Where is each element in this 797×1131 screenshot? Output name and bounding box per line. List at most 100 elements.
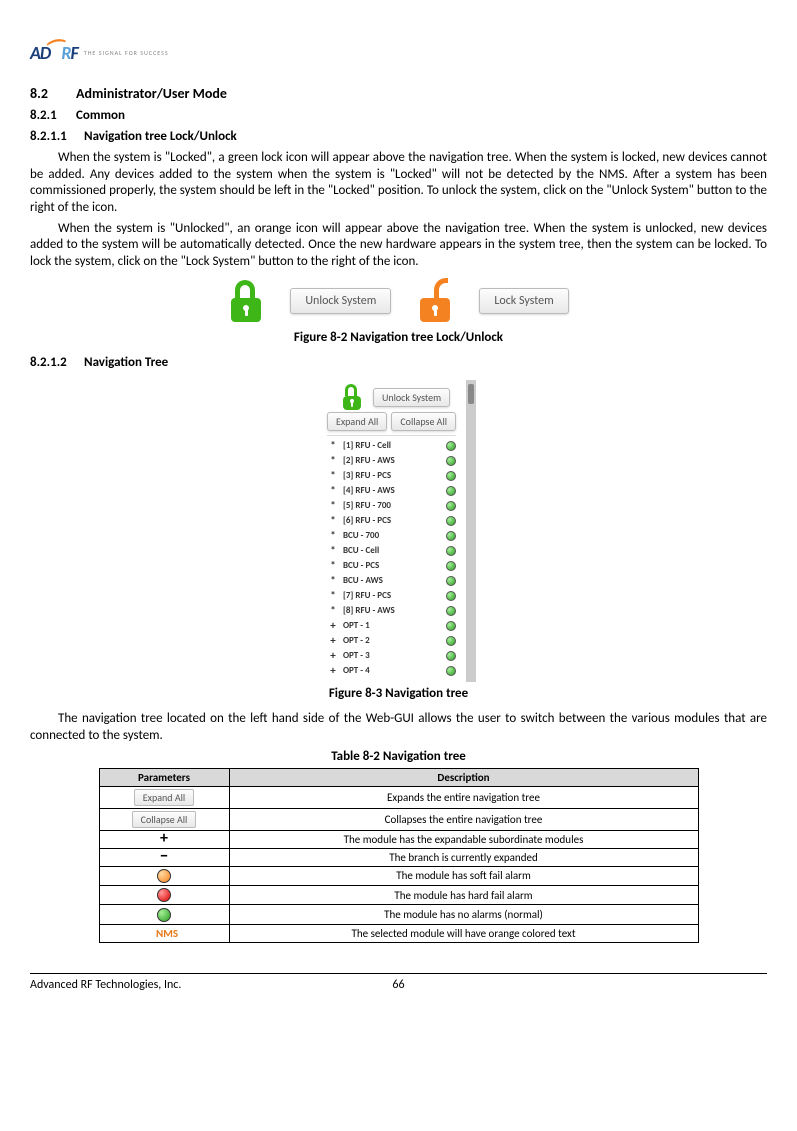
footer-company: Advanced RF Technologies, Inc. xyxy=(30,978,276,992)
status-dot-icon xyxy=(446,486,456,496)
param-cell xyxy=(99,866,229,885)
status-dot-icon xyxy=(446,471,456,481)
tree-item-label: [1] RFU - Cell xyxy=(339,440,440,451)
tree-expand-icon[interactable]: + xyxy=(327,664,339,677)
tree-item-label: OPT - 2 xyxy=(339,635,440,646)
param-button[interactable]: Expand All xyxy=(134,789,194,806)
tree-item[interactable]: +OPT - 4 xyxy=(327,663,456,678)
lock-closed-icon xyxy=(228,280,264,322)
tree-unlock-button[interactable]: Unlock System xyxy=(373,388,450,407)
tree-expand-icon[interactable]: * xyxy=(327,559,339,572)
tree-item[interactable]: *BCU - AWS xyxy=(327,573,456,588)
param-cell: Collapse All xyxy=(99,808,229,830)
tree-list: *[1] RFU - Cell*[2] RFU - AWS*[3] RFU - … xyxy=(327,435,456,678)
desc-cell: The module has the expandable subordinat… xyxy=(229,830,698,848)
status-dot-icon xyxy=(446,531,456,541)
tree-expand-icon[interactable]: * xyxy=(327,454,339,467)
para-unlocked: When the system is "Unlocked", an orange… xyxy=(30,221,767,271)
para-locked: When the system is "Locked", a green loc… xyxy=(30,150,767,217)
status-dot-icon xyxy=(446,561,456,571)
figure-8-3-caption: Figure 8-3 Navigation tree xyxy=(30,686,767,701)
tree-lock-icon xyxy=(341,384,363,410)
tree-item[interactable]: *[8] RFU - AWS xyxy=(327,603,456,618)
navigation-tree-panel: Unlock System Expand All Collapse All *[… xyxy=(321,380,476,682)
tree-expand-icon[interactable]: * xyxy=(327,469,339,482)
navigation-tree-table: Parameters Description Expand AllExpands… xyxy=(99,768,699,943)
tree-expand-icon[interactable]: * xyxy=(327,589,339,602)
status-orange-icon xyxy=(157,869,171,883)
param-cell: Expand All xyxy=(99,786,229,808)
collapse-all-button[interactable]: Collapse All xyxy=(391,412,456,431)
desc-cell: The branch is currently expanded xyxy=(229,848,698,866)
tree-item[interactable]: *[1] RFU - Cell xyxy=(327,438,456,453)
heading-8-2-1-1: 8.2.1.1Navigation tree Lock/Unlock xyxy=(30,129,767,144)
lock-system-button[interactable]: Lock System xyxy=(479,288,568,314)
tree-expand-icon[interactable]: + xyxy=(327,619,339,632)
table-row: –The branch is currently expanded xyxy=(99,848,698,866)
table-row: Expand AllExpands the entire navigation … xyxy=(99,786,698,808)
tree-item-label: BCU - 700 xyxy=(339,530,440,541)
tree-item[interactable]: *[2] RFU - AWS xyxy=(327,453,456,468)
tree-item[interactable]: *BCU - PCS xyxy=(327,558,456,573)
status-dot-icon xyxy=(446,636,456,646)
status-dot-icon xyxy=(446,666,456,676)
desc-cell: The module has hard fail alarm xyxy=(229,886,698,905)
tree-item[interactable]: *BCU - 700 xyxy=(327,528,456,543)
status-dot-icon xyxy=(446,546,456,556)
tree-item-label: [5] RFU - 700 xyxy=(339,500,440,511)
page-footer: Advanced RF Technologies, Inc. 66 xyxy=(30,973,767,992)
tree-expand-icon[interactable]: * xyxy=(327,574,339,587)
status-dot-icon xyxy=(446,516,456,526)
tree-expand-icon[interactable]: * xyxy=(327,514,339,527)
tree-item[interactable]: *[4] RFU - AWS xyxy=(327,483,456,498)
lock-open-icon xyxy=(417,280,453,322)
status-dot-icon xyxy=(446,606,456,616)
status-dot-icon xyxy=(446,591,456,601)
heading-8-2-1-2: 8.2.1.2Navigation Tree xyxy=(30,355,767,370)
status-dot-icon xyxy=(446,651,456,661)
heading-8-2-1: 8.2.1Common xyxy=(30,108,767,123)
status-dot-icon xyxy=(446,501,456,511)
tree-item[interactable]: *[6] RFU - PCS xyxy=(327,513,456,528)
logo-text: AD⁀RF xyxy=(30,40,78,65)
tree-item[interactable]: +OPT - 3 xyxy=(327,648,456,663)
tree-item[interactable]: *[5] RFU - 700 xyxy=(327,498,456,513)
tree-expand-icon[interactable]: * xyxy=(327,544,339,557)
desc-cell: The module has no alarms (normal) xyxy=(229,905,698,924)
tree-expand-icon[interactable]: * xyxy=(327,604,339,617)
tree-item[interactable]: +OPT - 2 xyxy=(327,633,456,648)
heading-8-2: 8.2Administrator/User Mode xyxy=(30,85,767,102)
tree-expand-icon[interactable]: * xyxy=(327,529,339,542)
tree-item-label: BCU - PCS xyxy=(339,560,440,571)
figure-8-2: Unlock System Lock System Figure 8-2 Nav… xyxy=(30,280,767,345)
tree-item-label: [7] RFU - PCS xyxy=(339,590,440,601)
brand-logo: AD⁀RF THE SIGNAL FOR SUCCESS xyxy=(30,40,767,65)
tree-item-label: [4] RFU - AWS xyxy=(339,485,440,496)
tree-expand-icon[interactable]: + xyxy=(327,649,339,662)
table-row: The module has soft fail alarm xyxy=(99,866,698,885)
tree-item-label: OPT - 1 xyxy=(339,620,440,631)
unlock-system-button[interactable]: Unlock System xyxy=(290,288,391,314)
tree-expand-icon[interactable]: * xyxy=(327,499,339,512)
tree-item-label: BCU - Cell xyxy=(339,545,440,556)
figure-8-2-caption: Figure 8-2 Navigation tree Lock/Unlock xyxy=(30,330,767,345)
param-cell: – xyxy=(99,848,229,866)
param-button[interactable]: Collapse All xyxy=(132,811,197,828)
status-dot-icon xyxy=(446,441,456,451)
tree-expand-icon[interactable]: * xyxy=(327,484,339,497)
tree-expand-icon[interactable]: * xyxy=(327,439,339,452)
table-row: +The module has the expandable subordina… xyxy=(99,830,698,848)
tree-item[interactable]: +OPT - 1 xyxy=(327,618,456,633)
status-red-icon xyxy=(157,888,171,902)
tree-item[interactable]: *[3] RFU - PCS xyxy=(327,468,456,483)
status-dot-icon xyxy=(446,621,456,631)
status-dot-icon xyxy=(446,576,456,586)
status-green-icon xyxy=(157,908,171,922)
tree-item-label: OPT - 3 xyxy=(339,650,440,661)
tree-item[interactable]: *[7] RFU - PCS xyxy=(327,588,456,603)
tree-item-label: [2] RFU - AWS xyxy=(339,455,440,466)
expand-all-button[interactable]: Expand All xyxy=(327,412,387,431)
tree-expand-icon[interactable]: + xyxy=(327,634,339,647)
minus-icon: – xyxy=(160,844,169,866)
tree-item[interactable]: *BCU - Cell xyxy=(327,543,456,558)
